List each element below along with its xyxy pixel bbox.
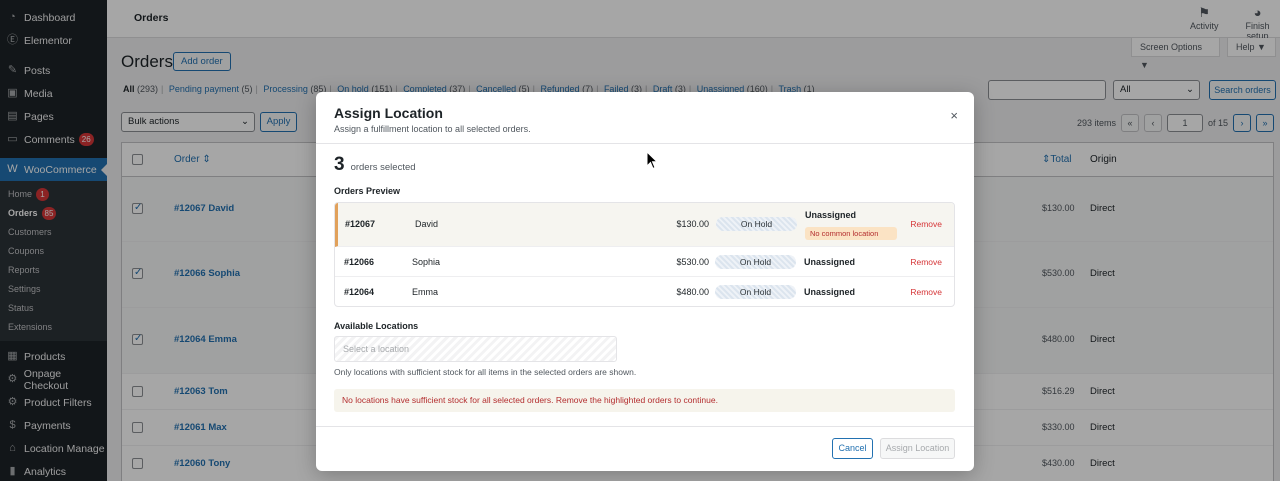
- mouse-cursor-icon: [646, 151, 658, 170]
- preview-order-id: #12067: [345, 219, 376, 229]
- preview-order-id: #12064: [344, 287, 375, 297]
- preview-location: Unassigned: [805, 210, 857, 220]
- preview-customer: Sophia: [412, 257, 441, 267]
- status-badge: On Hold: [715, 285, 796, 299]
- preview-customer: Emma: [412, 287, 439, 297]
- preview-row-warning: #12067 David $130.00 On Hold Unassigned …: [335, 203, 954, 247]
- status-badge: On Hold: [716, 217, 797, 231]
- preview-row: #12064 Emma $480.00 On Hold Unassigned R…: [335, 277, 954, 306]
- close-icon[interactable]: ×: [950, 108, 958, 123]
- stock-error-message: No locations have sufficient stock for a…: [334, 389, 955, 412]
- preview-order-id: #12066: [344, 257, 375, 267]
- cancel-button[interactable]: Cancel: [832, 438, 873, 459]
- modal-subtitle: Assign a fulfillment location to all sel…: [334, 124, 531, 134]
- available-locations-label: Available Locations: [334, 321, 419, 331]
- status-badge: On Hold: [715, 255, 796, 269]
- modal-footer: Cancel Assign Location: [316, 426, 974, 471]
- selected-count-label: orders selected: [350, 162, 416, 173]
- preview-amount: $480.00: [676, 287, 709, 297]
- location-select[interactable]: Select a location: [334, 336, 617, 362]
- orders-preview-list: #12067 David $130.00 On Hold Unassigned …: [334, 202, 955, 307]
- remove-order-button[interactable]: Remove: [910, 257, 942, 267]
- preview-location: Unassigned: [804, 257, 856, 267]
- preview-amount: $530.00: [676, 257, 709, 267]
- no-common-location-badge: No common location: [805, 227, 897, 240]
- assign-location-modal: Assign Location Assign a fulfillment loc…: [316, 92, 974, 471]
- orders-preview-label: Orders Preview: [334, 186, 401, 196]
- preview-row: #12066 Sophia $530.00 On Hold Unassigned…: [335, 247, 954, 277]
- selected-count-number: 3: [334, 154, 345, 175]
- modal-header: Assign Location Assign a fulfillment loc…: [316, 92, 974, 144]
- selected-count: 3 orders selected: [334, 154, 416, 176]
- assign-location-button[interactable]: Assign Location: [880, 438, 955, 459]
- preview-location: Unassigned: [804, 287, 856, 297]
- modal-title: Assign Location: [334, 105, 443, 121]
- remove-order-button[interactable]: Remove: [910, 219, 942, 229]
- remove-order-button[interactable]: Remove: [910, 287, 942, 297]
- preview-amount: $130.00: [676, 219, 709, 229]
- preview-customer: David: [415, 219, 439, 229]
- locations-hint: Only locations with sufficient stock for…: [334, 367, 637, 377]
